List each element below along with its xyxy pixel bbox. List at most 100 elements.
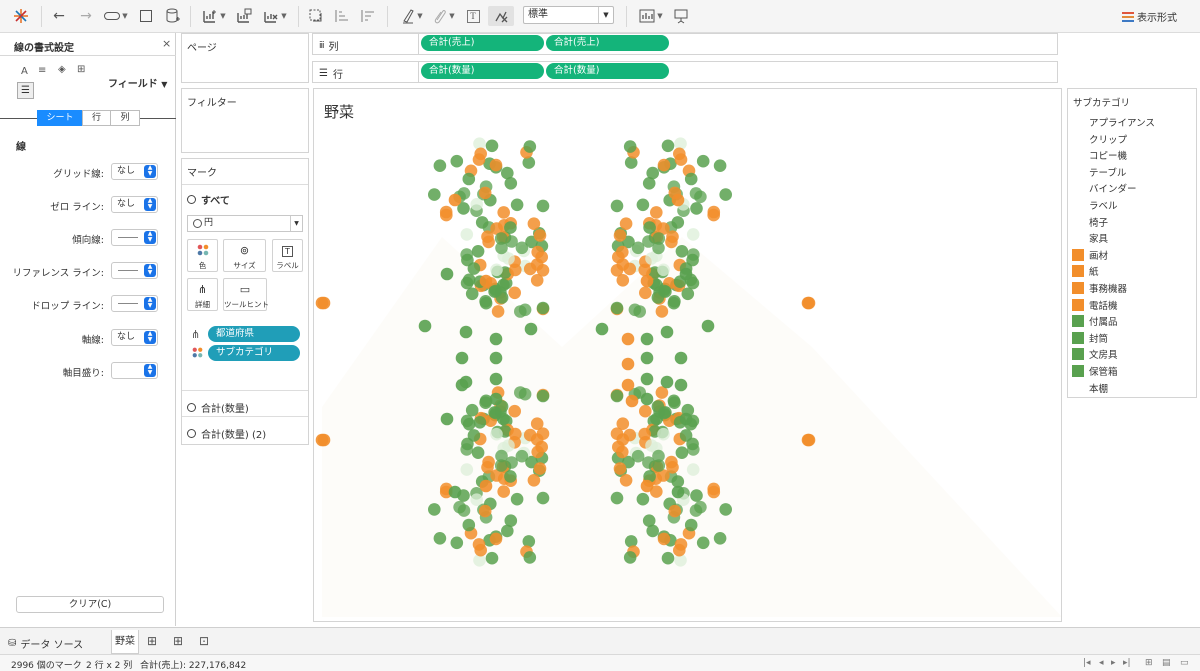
scatter-point[interactable]: [490, 427, 503, 441]
scatter-point[interactable]: [642, 177, 656, 190]
format-row-select[interactable]: ▲ ▼: [111, 262, 158, 279]
format-row-select[interactable]: ▲ ▼: [111, 362, 158, 379]
scatter-point[interactable]: [475, 216, 489, 229]
duplicate-sheet-icon[interactable]: [234, 6, 254, 26]
scatter-point[interactable]: [631, 449, 645, 463]
scatter-point[interactable]: [801, 296, 815, 310]
undo-icon[interactable]: ←: [50, 6, 68, 26]
scatter-point[interactable]: [523, 140, 537, 153]
scatter-point[interactable]: [690, 489, 703, 502]
scatter-point[interactable]: [610, 264, 624, 277]
scatter-point[interactable]: [623, 551, 637, 564]
scatter-point[interactable]: [668, 504, 682, 518]
scatter-point[interactable]: [638, 427, 651, 441]
scatter-point[interactable]: [684, 172, 698, 186]
scatter-point[interactable]: [518, 303, 532, 317]
scatter-point[interactable]: [686, 228, 700, 241]
scatter-point[interactable]: [719, 188, 732, 201]
swap-rows-columns-icon[interactable]: [307, 6, 325, 26]
format-row-select[interactable]: なし ▲ ▼: [111, 329, 158, 346]
scatter-point[interactable]: [707, 482, 720, 496]
legend-item[interactable]: 椅子: [1072, 215, 1108, 229]
scatter-point[interactable]: [639, 404, 652, 418]
group-members-icon[interactable]: ▼: [430, 6, 458, 26]
column-pill-sales-1[interactable]: 合計(売上): [421, 35, 544, 51]
close-icon[interactable]: ×: [162, 37, 171, 50]
size-button[interactable]: ⊚ サイズ: [223, 239, 266, 272]
scatter-point[interactable]: [470, 198, 483, 211]
scatter-point[interactable]: [657, 158, 671, 172]
new-story-icon[interactable]: ⊡: [199, 634, 209, 648]
scatter-point[interactable]: [671, 216, 685, 229]
legend-item[interactable]: 電話機: [1072, 298, 1118, 312]
borders-format-icon[interactable]: ⊞: [77, 64, 85, 75]
scatter-point[interactable]: [621, 378, 635, 392]
shading-format-icon[interactable]: ◈: [58, 64, 66, 75]
viz-view[interactable]: 野菜: [313, 88, 1062, 622]
scatter-point[interactable]: [536, 389, 550, 403]
scatter-point[interactable]: [661, 139, 675, 153]
scatter-point[interactable]: [668, 295, 681, 308]
scatter-point[interactable]: [459, 325, 473, 339]
scatter-point[interactable]: [478, 186, 492, 200]
scatter-point[interactable]: [679, 267, 693, 281]
scatter-point[interactable]: [485, 551, 499, 565]
scatter-point[interactable]: [801, 433, 815, 447]
scatter-point[interactable]: [684, 518, 698, 532]
scatter-point[interactable]: [465, 403, 479, 417]
scatter-point[interactable]: [616, 445, 629, 459]
scatter-point[interactable]: [674, 378, 688, 392]
lines-format-icon[interactable]: ☰: [17, 82, 34, 99]
sort-ascending-icon[interactable]: [333, 6, 351, 26]
scatter-point[interactable]: [621, 332, 635, 346]
scatter-point[interactable]: [536, 301, 550, 315]
color-button[interactable]: 色: [187, 239, 218, 272]
legend-item[interactable]: アプライアンス: [1072, 115, 1155, 129]
scatter-point[interactable]: [428, 188, 441, 201]
scatter-point[interactable]: [679, 412, 693, 426]
sheet-tab-vegetables[interactable]: 野菜: [111, 630, 139, 654]
scatter-point[interactable]: [660, 375, 674, 389]
marks-all-tab[interactable]: すべて: [187, 192, 230, 207]
scatter-point[interactable]: [639, 286, 652, 300]
scatter-point[interactable]: [467, 429, 481, 442]
swap-icon[interactable]: ▼: [101, 6, 131, 26]
scatter-point[interactable]: [497, 206, 510, 219]
scatter-point[interactable]: [518, 387, 532, 401]
scatter-point[interactable]: [497, 485, 510, 498]
format-row-select[interactable]: なし ▲ ▼: [111, 163, 158, 180]
fix-axes-icon[interactable]: [488, 6, 514, 26]
scatter-point[interactable]: [489, 158, 503, 172]
scatter-point[interactable]: [657, 427, 670, 441]
scatter-point[interactable]: [489, 284, 503, 298]
scatter-point[interactable]: [675, 446, 689, 460]
data-source-tab[interactable]: ⛁ データ ソース: [8, 636, 83, 651]
scatter-point[interactable]: [655, 305, 669, 318]
scatter-point[interactable]: [489, 332, 503, 346]
legend-item[interactable]: 文房具: [1072, 347, 1118, 361]
scatter-point[interactable]: [613, 462, 627, 475]
scatter-point[interactable]: [625, 394, 639, 408]
scatter-point[interactable]: [467, 262, 481, 275]
scatter-point[interactable]: [679, 429, 693, 442]
scatter-point[interactable]: [474, 543, 487, 557]
scatter-point[interactable]: [640, 479, 654, 493]
legend-item[interactable]: 事務機器: [1072, 281, 1127, 295]
scatter-point[interactable]: [491, 305, 505, 318]
scatter-point[interactable]: [674, 351, 688, 365]
scatter-point[interactable]: [450, 536, 464, 550]
scatter-point[interactable]: [666, 461, 679, 474]
tab-view-icon[interactable]: ▭: [1180, 658, 1189, 668]
scatter-point[interactable]: [657, 263, 670, 277]
scatter-point[interactable]: [460, 276, 474, 290]
scatter-point[interactable]: [460, 228, 474, 241]
label-button[interactable]: T ラベル: [272, 239, 303, 272]
scatter-point[interactable]: [508, 404, 521, 418]
scatter-point[interactable]: [652, 232, 666, 245]
scatter-point[interactable]: [448, 193, 462, 207]
scatter-point[interactable]: [673, 147, 686, 161]
scatter-point[interactable]: [502, 439, 515, 452]
scatter-point[interactable]: [643, 221, 656, 234]
legend-item[interactable]: 封筒: [1072, 331, 1108, 345]
scatter-point[interactable]: [666, 230, 679, 243]
